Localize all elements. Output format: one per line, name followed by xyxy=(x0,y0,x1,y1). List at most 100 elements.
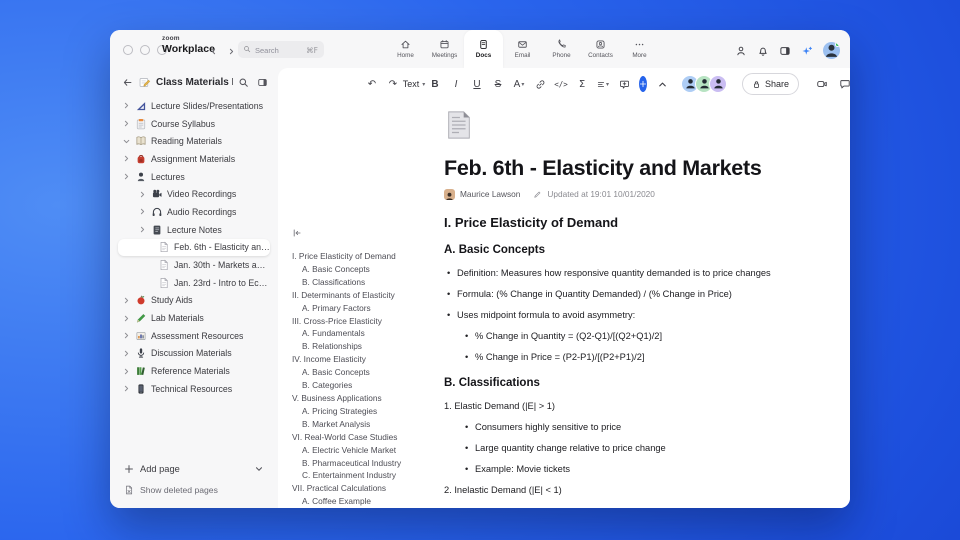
nav-tab[interactable]: Phone xyxy=(542,30,581,68)
outline-item[interactable]: V. Business Applications xyxy=(292,392,442,405)
sidebar-item[interactable]: Reading Materials xyxy=(118,132,270,150)
outline-item[interactable]: C. Entertainment Industry xyxy=(292,469,442,482)
sidebar-search-icon[interactable] xyxy=(238,77,249,88)
outline-item[interactable]: B. Classifications xyxy=(292,276,442,289)
nav-tab[interactable]: Email xyxy=(503,30,542,68)
nav-tab[interactable]: Docs xyxy=(464,30,503,68)
add-page-button[interactable]: Add page xyxy=(124,460,264,478)
outline-item[interactable]: VI. Real-World Case Studies xyxy=(292,431,442,444)
bell-icon[interactable] xyxy=(757,45,769,57)
profile-icon[interactable] xyxy=(735,45,747,57)
outline-item[interactable]: VII. Practical Calculations xyxy=(292,482,442,495)
sidebar-item[interactable]: Audio Recordings xyxy=(118,203,270,221)
outline-item[interactable]: III. Cross-Price Elasticity xyxy=(292,315,442,328)
sidebar-item[interactable]: Study Aids xyxy=(118,292,270,310)
chevron-right-icon[interactable] xyxy=(122,101,131,110)
chevron-right-icon xyxy=(227,47,236,56)
link-button[interactable] xyxy=(534,75,546,93)
show-deleted-pages-button[interactable]: Show deleted pages xyxy=(124,482,264,498)
document-content[interactable]: Feb. 6th - Elasticity and Markets Mauric… xyxy=(444,100,846,495)
outline-item[interactable]: A. Basic Concepts xyxy=(292,263,442,276)
sidebar-item[interactable]: Feb. 6th - Elasticity and M... xyxy=(118,238,270,257)
back-arrow-icon[interactable] xyxy=(122,77,133,88)
chevron-up-icon xyxy=(657,79,668,90)
sidebar-item[interactable]: Jan. 30th - Markets and P... xyxy=(118,256,270,274)
outline-item[interactable]: A. Pricing Strategies xyxy=(292,405,442,418)
chevron-right-icon[interactable] xyxy=(138,225,147,234)
sparkle-ai-icon[interactable] xyxy=(801,45,813,57)
search-input[interactable] xyxy=(253,41,301,60)
chevron-right-icon[interactable] xyxy=(122,314,131,323)
sidebar-item[interactable]: Course Syllabus xyxy=(118,115,270,133)
undo-button[interactable]: ↶ xyxy=(366,75,378,93)
nav-tab[interactable]: Home xyxy=(386,30,425,68)
outline-item[interactable]: A. Primary Factors xyxy=(292,302,442,315)
chevron-right-icon[interactable] xyxy=(122,296,131,305)
outline-item[interactable]: B. Relationships xyxy=(292,340,442,353)
nav-tab[interactable]: Contacts xyxy=(581,30,620,68)
nav-tab[interactable]: More xyxy=(620,30,659,68)
collaborator-avatar[interactable] xyxy=(709,75,727,93)
add-block-button[interactable] xyxy=(639,76,647,92)
text-style-dropdown[interactable]: Text ▾ xyxy=(403,75,426,93)
outline-item[interactable]: B. Market Analysis xyxy=(292,418,442,431)
comment-button[interactable] xyxy=(618,75,630,93)
outline-item[interactable]: A. Basic Concepts xyxy=(292,366,442,379)
sidebar-item[interactable]: Technical Resources xyxy=(118,380,270,398)
align-dropdown[interactable]: ▾ xyxy=(597,75,609,93)
window-controls[interactable] xyxy=(123,45,167,55)
sidebar-item[interactable]: Video Recordings xyxy=(118,185,270,203)
chevron-down-icon[interactable] xyxy=(254,464,264,474)
sidebar-item[interactable]: Assessment Resources xyxy=(118,327,270,345)
strikethrough-button[interactable]: S xyxy=(492,75,504,93)
chevron-right-icon[interactable] xyxy=(122,349,131,358)
sidebar-item[interactable]: Lecture Notes xyxy=(118,221,270,239)
sidebar-item[interactable]: Assignment Materials xyxy=(118,150,270,168)
nav-tab[interactable]: Meetings xyxy=(425,30,464,68)
sidebar-item[interactable]: Lab Materials xyxy=(118,309,270,327)
outline-item[interactable]: IV. Income Elasticity xyxy=(292,353,442,366)
window-control-minimize[interactable] xyxy=(140,45,150,55)
user-avatar[interactable] xyxy=(823,42,840,59)
chevron-right-icon[interactable] xyxy=(122,119,131,128)
history-back-button[interactable] xyxy=(206,44,220,58)
chevron-right-icon[interactable] xyxy=(122,384,131,393)
sidebar-item[interactable]: Reference Materials xyxy=(118,362,270,380)
code-button[interactable]: </> xyxy=(554,75,568,93)
chevron-right-icon[interactable] xyxy=(138,207,147,216)
outline-item[interactable]: B. Categories xyxy=(292,379,442,392)
collapse-toolbar-button[interactable] xyxy=(656,75,668,93)
chevron-right-icon[interactable] xyxy=(122,172,131,181)
text-color-dropdown[interactable]: A ▾ xyxy=(513,75,525,93)
history-forward-button[interactable] xyxy=(224,44,238,58)
sidebar-item[interactable]: Lecture Slides/Presentations xyxy=(118,97,270,115)
chevron-right-icon[interactable] xyxy=(122,154,131,163)
outline-item[interactable]: B. Pharmaceutical Industry xyxy=(292,457,442,470)
panel-icon[interactable] xyxy=(779,45,791,57)
chat-icon[interactable] xyxy=(839,78,850,90)
document-scroll-area[interactable]: I. Price Elasticity of Demand A. Basic C… xyxy=(278,100,850,508)
video-icon[interactable] xyxy=(816,78,828,90)
sidebar-item[interactable]: Jan. 23rd - Intro to Econo... xyxy=(118,274,270,292)
sidebar-item[interactable]: Lectures xyxy=(118,168,270,186)
sidebar-panel-icon[interactable] xyxy=(257,77,268,88)
chevron-down-icon[interactable] xyxy=(122,137,131,146)
global-search[interactable]: ⌘F xyxy=(238,41,324,60)
bold-button[interactable]: B xyxy=(429,75,441,93)
italic-button[interactable]: I xyxy=(450,75,462,93)
window-control-close[interactable] xyxy=(123,45,133,55)
outline-item[interactable]: II. Determinants of Elasticity xyxy=(292,289,442,302)
outline-item[interactable]: I. Price Elasticity of Demand xyxy=(292,250,442,263)
outline-item[interactable]: A. Coffee Example xyxy=(292,495,442,508)
chevron-right-icon[interactable] xyxy=(138,190,147,199)
outline-collapse-icon[interactable] xyxy=(292,228,302,238)
chevron-right-icon[interactable] xyxy=(122,331,131,340)
chevron-right-icon[interactable] xyxy=(122,367,131,376)
formula-button[interactable]: Σ xyxy=(576,75,588,93)
underline-button[interactable]: U xyxy=(471,75,483,93)
share-button[interactable]: Share xyxy=(742,73,800,95)
outline-item[interactable]: A. Fundamentals xyxy=(292,327,442,340)
sidebar-item[interactable]: Discussion Materials xyxy=(118,345,270,363)
redo-button[interactable]: ↷ xyxy=(387,75,399,93)
outline-item[interactable]: A. Electric Vehicle Market xyxy=(292,444,442,457)
